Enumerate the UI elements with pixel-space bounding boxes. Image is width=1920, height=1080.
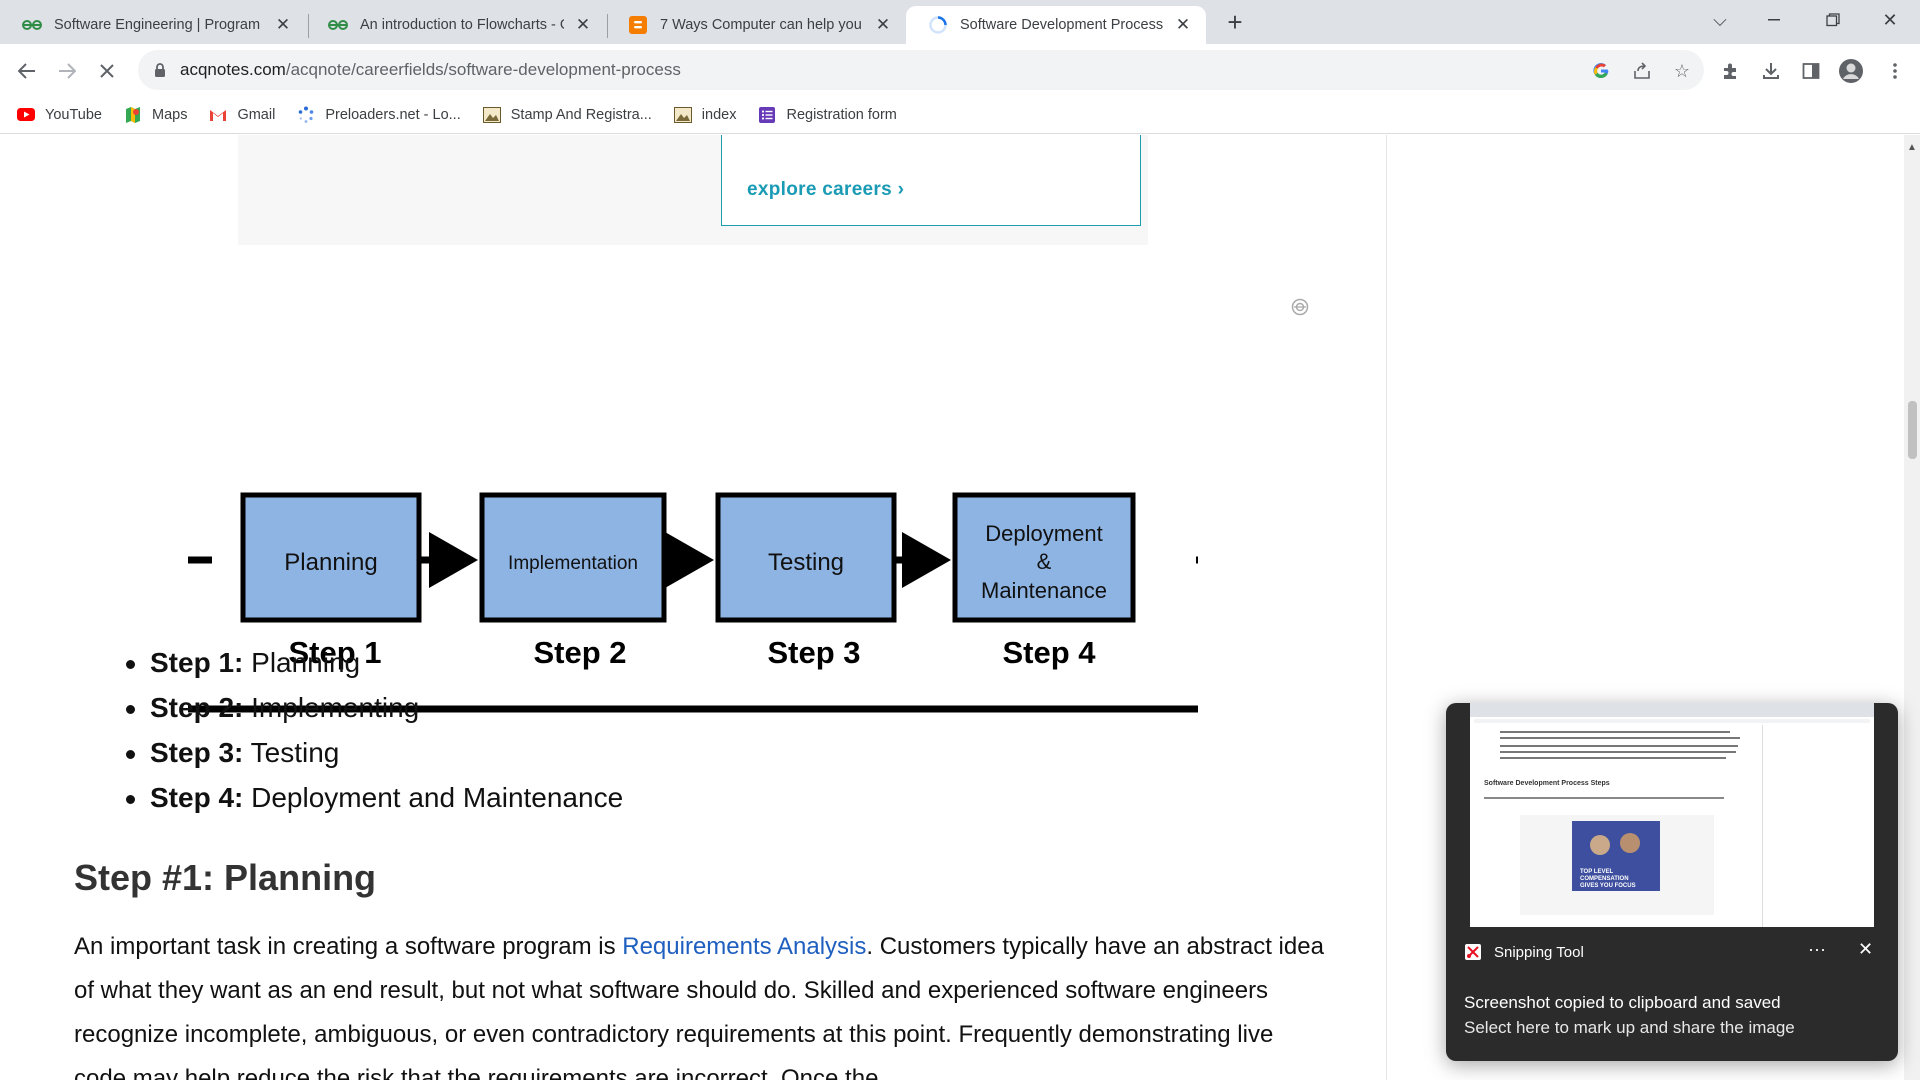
bookmark-label: Gmail — [237, 106, 276, 123]
ad-choices-icon[interactable] — [1291, 298, 1309, 316]
toast-body: Select here to mark up and share the ima… — [1464, 1018, 1795, 1037]
extensions-puzzle-icon[interactable] — [1716, 56, 1746, 86]
box-label: Planning — [284, 549, 377, 576]
snipping-tool-notification[interactable]: Software Development Process Steps TOP L… — [1446, 703, 1898, 1061]
bookmark-stamp-registration[interactable]: Stamp And Registra... — [482, 106, 652, 124]
section-heading: Step #1: Planning — [74, 857, 377, 898]
scroll-up-arrow-icon[interactable]: ▲ — [1904, 139, 1920, 155]
browser-toolbar: acqnotes.com/acqnote/careerfields/softwa… — [0, 44, 1920, 96]
tab-flowcharts[interactable]: An introduction to Flowcharts - G ✕ — [306, 6, 606, 44]
profile-avatar[interactable] — [1836, 56, 1866, 86]
list-item: Step 2: Implementing — [124, 685, 623, 730]
step-label: Step 3 — [767, 635, 860, 670]
bookmark-star-icon[interactable]: ☆ — [1670, 59, 1694, 83]
stop-loading-icon[interactable] — [92, 56, 122, 86]
list-item: Step 1: Planning — [124, 640, 623, 685]
list-item: Step 4: Deployment and Maintenance — [124, 775, 623, 820]
side-panel-icon[interactable] — [1796, 56, 1826, 86]
explore-careers-link[interactable]: explore careers › — [747, 179, 904, 201]
requirements-analysis-link[interactable]: Requirements Analysis — [622, 933, 866, 960]
geeksforgeeks-icon — [328, 15, 348, 35]
ad-card[interactable]: explore careers › — [721, 135, 1141, 226]
minimize-button[interactable] — [1746, 0, 1802, 40]
tab-title: Software Development Process — [960, 17, 1164, 33]
more-options-icon[interactable]: ··· — [1808, 939, 1826, 960]
address-bar[interactable]: acqnotes.com/acqnote/careerfields/softwa… — [138, 50, 1704, 90]
box-label: Testing — [768, 549, 844, 576]
download-icon[interactable] — [1756, 56, 1786, 86]
preview-heading: Software Development Process Steps — [1484, 780, 1610, 787]
snipping-tool-icon — [1465, 944, 1481, 960]
close-tab-icon[interactable]: ✕ — [872, 14, 894, 36]
list-item: Step 3: Testing — [124, 730, 623, 775]
close-tab-icon[interactable]: ✕ — [1172, 14, 1194, 36]
diagram-box-deployment-maintenance: Deployment & Maintenance Step 4 — [952, 492, 1136, 670]
youtube-icon — [17, 106, 35, 124]
close-icon[interactable]: ✕ — [1858, 939, 1873, 960]
toast-title: Screenshot copied to clipboard and saved — [1464, 993, 1781, 1012]
page-scrollbar[interactable]: ▲ — [1904, 135, 1920, 1080]
toast-app-name: Snipping Tool — [1494, 943, 1584, 961]
tab-search-chevron-icon[interactable]: ⌵ — [1692, 0, 1748, 40]
close-tab-icon[interactable]: ✕ — [572, 14, 594, 36]
preview-ad-text: COMPENSATION — [1580, 876, 1629, 882]
toast-header: Snipping Tool — [1464, 943, 1584, 961]
url-text[interactable]: acqnotes.com/acqnote/careerfields/softwa… — [180, 60, 681, 80]
restore-button[interactable] — [1805, 0, 1861, 40]
lock-icon[interactable] — [152, 62, 168, 78]
tab-title: 7 Ways Computer can help you — [660, 17, 862, 33]
gmail-icon — [209, 106, 227, 124]
close-tab-icon[interactable]: ✕ — [272, 14, 294, 36]
preview-ad-text: GIVES YOU FOCUS — [1580, 883, 1636, 889]
bookmark-preloaders[interactable]: Preloaders.net - Lo... — [297, 106, 461, 124]
tab-software-engineering[interactable]: Software Engineering | Program ✕ — [0, 6, 306, 44]
google-lens-icon[interactable] — [1589, 59, 1613, 83]
tab-software-development-process[interactable]: Software Development Process ✕ — [906, 6, 1206, 44]
loading-spinner-icon — [928, 15, 948, 35]
google-maps-icon — [124, 106, 142, 124]
bookmark-youtube[interactable]: YouTube — [17, 106, 102, 124]
box-label: Maintenance — [981, 578, 1107, 603]
tab-title: An introduction to Flowcharts - G — [360, 17, 564, 33]
close-window-button[interactable]: ✕ — [1862, 0, 1918, 40]
bookmark-registration-form[interactable]: Registration form — [758, 106, 897, 124]
tab-title: Software Engineering | Program — [54, 17, 261, 33]
bookmark-label: Preloaders.net - Lo... — [325, 106, 461, 123]
bookmark-gmail[interactable]: Gmail — [209, 106, 275, 124]
sidebar-divider — [1386, 135, 1387, 1080]
body-paragraph: An important task in creating a software… — [74, 933, 1324, 1080]
forward-arrow-icon[interactable] — [52, 56, 82, 86]
bookmark-index[interactable]: index — [673, 106, 737, 124]
diagram-box-testing: Testing Step 3 — [715, 492, 897, 670]
image-thumbnail-icon — [673, 106, 692, 124]
bookmark-maps[interactable]: Maps — [124, 106, 187, 124]
bookmark-label: Stamp And Registra... — [510, 106, 652, 123]
bookmark-label: Registration form — [786, 106, 897, 123]
tab-strip: Software Engineering | Program ✕ An intr… — [0, 0, 1920, 44]
preview-ad-text: TOP LEVEL — [1580, 869, 1613, 875]
box-label: & — [1037, 549, 1052, 574]
tab-7-ways[interactable]: 7 Ways Computer can help you ✕ — [606, 6, 906, 44]
share-icon[interactable] — [1630, 59, 1654, 83]
advertisement: explore careers › — [238, 135, 1148, 245]
google-forms-icon — [758, 106, 776, 124]
box-label: Implementation — [508, 553, 638, 574]
box-label: Deployment — [985, 521, 1102, 546]
image-thumbnail-icon — [482, 106, 501, 124]
scrollbar-thumb[interactable] — [1908, 401, 1917, 459]
chrome-menu-icon[interactable] — [1880, 56, 1910, 86]
bookmarks-bar: YouTube Maps Gmail Preloaders.net - Lo..… — [0, 96, 1920, 134]
preloaders-icon — [297, 106, 315, 124]
geeksforgeeks-icon — [22, 15, 42, 35]
steps-list: Step 1: Planning Step 2: Implementing St… — [124, 640, 623, 820]
bookmark-label: Maps — [151, 106, 188, 123]
blogger-icon — [628, 15, 648, 35]
new-tab-button[interactable]: + — [1221, 7, 1249, 37]
screenshot-preview[interactable]: Software Development Process Steps TOP L… — [1470, 703, 1874, 927]
back-arrow-icon[interactable] — [12, 56, 42, 86]
step-label: Step 4 — [1002, 635, 1096, 670]
bookmark-label: YouTube — [45, 106, 102, 123]
bookmark-label: index — [701, 106, 737, 123]
